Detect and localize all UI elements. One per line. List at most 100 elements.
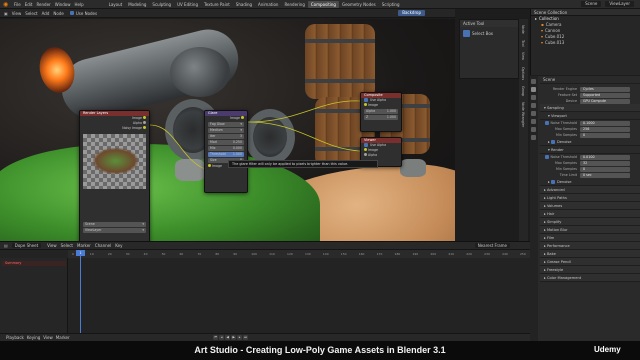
outliner-item[interactable]: ▾ Cube.013 xyxy=(531,40,640,46)
frame-tick-label: 40 xyxy=(143,252,148,256)
menu-select[interactable]: Select xyxy=(25,11,37,16)
collection-tab-icon[interactable] xyxy=(531,127,536,132)
tab-uv-editing[interactable]: UV Editing xyxy=(174,1,201,8)
tab-layout[interactable]: Layout xyxy=(106,1,126,8)
use-nodes-checkbox[interactable] xyxy=(69,11,74,15)
film-section[interactable]: ▸ Film xyxy=(540,234,640,242)
scene-field[interactable]: Scene ▾ xyxy=(83,222,146,227)
frame-ruler[interactable]: 0 10 20 30 40 50 60 70 80 90 100 110 120 130 140 150 160… xyxy=(68,250,530,258)
composite-z-field[interactable]: Z 1.000 xyxy=(364,115,398,120)
playback-menu[interactable]: Playback xyxy=(6,335,24,340)
composite-node[interactable]: Composite Use Alpha Image Alpha 1.000 Z 1.… xyxy=(360,92,402,132)
menu-marker[interactable]: Marker xyxy=(77,243,91,248)
output-tab-icon[interactable] xyxy=(531,95,536,100)
tab-geometry-nodes[interactable]: Geometry Nodes xyxy=(339,1,379,8)
render-subsection[interactable]: ▾ Render xyxy=(540,146,640,154)
viewport-subsection[interactable]: ▾ Viewport xyxy=(540,112,640,120)
sidebar-tab-options[interactable]: Options xyxy=(521,67,525,80)
simplify-section[interactable]: ▸ Simplify xyxy=(540,218,640,226)
menu-node[interactable]: Node xyxy=(53,11,63,16)
marker-menu[interactable]: Marker xyxy=(56,335,70,340)
scene-selector[interactable]: Scene xyxy=(581,1,602,7)
tab-rendering[interactable]: Rendering xyxy=(281,1,307,8)
sidebar-tab-view[interactable]: View xyxy=(521,52,525,60)
menu-key[interactable]: Key xyxy=(115,243,122,248)
motion-blur-section[interactable]: ▸ Motion Blur xyxy=(540,226,640,234)
menu-help[interactable]: Help xyxy=(74,2,83,7)
frame-tick-label: 190 xyxy=(412,252,419,256)
sidebar-tab-tool[interactable]: Tool xyxy=(521,40,525,47)
glare-iterations-field[interactable]: Iter 3 xyxy=(208,134,244,139)
jump-start-icon[interactable]: ⏮ xyxy=(213,335,219,340)
tool-tab-icon[interactable] xyxy=(531,79,536,84)
sidebar-tab-node[interactable]: Node xyxy=(521,25,525,34)
tab-texture-paint[interactable]: Texture Paint xyxy=(201,1,233,8)
world-tab-icon[interactable] xyxy=(531,119,536,124)
snap-mode-select[interactable]: Nearest Frame xyxy=(474,243,510,248)
editor-type-icon[interactable]: ▤ xyxy=(4,243,8,248)
editor-type-icon[interactable]: ▣ xyxy=(4,11,8,16)
view-layer-selector[interactable]: ViewLayer xyxy=(605,1,634,7)
grease-pencil-section[interactable]: ▸ Grease Pencil xyxy=(540,258,640,266)
performance-section[interactable]: ▸ Performance xyxy=(540,242,640,250)
select-box-icon[interactable] xyxy=(463,30,470,37)
menu-file[interactable]: File xyxy=(14,2,21,7)
glare-type-field[interactable]: Fog Glow ▾ xyxy=(208,122,244,127)
menu-window[interactable]: Window xyxy=(55,2,71,7)
tab-scripting[interactable]: Scripting xyxy=(379,1,403,8)
tab-sculpting[interactable]: Sculpting xyxy=(149,1,174,8)
backdrop-button[interactable]: Backdrop xyxy=(398,10,425,16)
active-tool-item[interactable]: Select Box xyxy=(472,31,493,36)
tab-modeling[interactable]: Modeling xyxy=(125,1,149,8)
color-management-section[interactable]: ▸ Color Management xyxy=(540,274,640,282)
dope-sheet-mode[interactable]: Dope Sheet xyxy=(11,243,42,248)
sidebar-tab-group[interactable]: Group xyxy=(521,86,525,96)
menu-render[interactable]: Render xyxy=(36,2,50,7)
sampling-section[interactable]: ▾ Sampling xyxy=(540,104,640,112)
render-tab-icon[interactable] xyxy=(531,87,536,92)
play-reverse-icon[interactable]: ◀ xyxy=(225,335,231,340)
jump-end-icon[interactable]: ⏭ xyxy=(243,335,249,340)
glare-node[interactable]: Glare Image Fog Glow ▾ Medium ▾ Iter 3 Mod 0… xyxy=(204,110,248,193)
glare-mix-field[interactable]: Mix 0.000 xyxy=(208,146,244,151)
tab-animation[interactable]: Animation xyxy=(255,1,281,8)
summary-channel[interactable]: Summary xyxy=(2,261,66,266)
menu-channel[interactable]: Channel xyxy=(95,243,111,248)
menu-edit[interactable]: Edit xyxy=(25,2,33,7)
tab-compositing[interactable]: Compositing xyxy=(307,0,339,8)
viewport-backdrop[interactable]: Render Layers Image Alpha Noisy Image Sc… xyxy=(0,19,455,241)
sidebar-tab-node-wrangler[interactable]: Node Wrangler xyxy=(521,102,525,127)
blender-logo-icon[interactable]: ◉ xyxy=(3,1,11,8)
glare-quality-field[interactable]: Medium ▾ xyxy=(208,128,244,133)
scene-tab-icon[interactable] xyxy=(531,111,536,116)
bake-section[interactable]: ▸ Bake xyxy=(540,250,640,258)
menu-add[interactable]: Add xyxy=(42,11,50,16)
view-menu[interactable]: View xyxy=(43,335,53,340)
current-frame-indicator[interactable]: 1 xyxy=(76,250,85,256)
hair-section[interactable]: ▸ Hair xyxy=(540,210,640,218)
viewport-denoise-subsection[interactable]: ▸ Denoise xyxy=(540,138,640,146)
next-key-icon[interactable]: ▸ xyxy=(237,335,243,340)
frame-tick-label: 150 xyxy=(340,252,347,256)
composite-alpha-field[interactable]: Alpha 1.000 xyxy=(364,109,398,114)
menu-view[interactable]: View xyxy=(12,11,22,16)
tab-shading[interactable]: Shading xyxy=(233,1,255,8)
layer-field[interactable]: ViewLayer ▾ xyxy=(83,228,146,233)
frame-tick-label: 10 xyxy=(89,252,94,256)
keying-menu[interactable]: Keying xyxy=(27,335,40,340)
render-layers-node[interactable]: Render Layers Image Alpha Noisy Image Sc… xyxy=(79,110,150,241)
light-paths-section[interactable]: ▸ Light Paths xyxy=(540,194,640,202)
menu-view[interactable]: View xyxy=(47,243,57,248)
texture-tab-icon[interactable] xyxy=(531,135,536,140)
view-layer-tab-icon[interactable] xyxy=(531,103,536,108)
volumes-section[interactable]: ▸ Volumes xyxy=(540,202,640,210)
play-icon[interactable]: ▶ xyxy=(231,335,237,340)
glare-threshold-field[interactable]: Threshold 1.000 xyxy=(208,152,244,157)
playhead[interactable] xyxy=(80,250,81,333)
menu-select[interactable]: Select xyxy=(61,243,73,248)
render-denoise-subsection[interactable]: ▸ Denoise xyxy=(540,178,640,186)
prev-key-icon[interactable]: ◂ xyxy=(219,335,225,340)
freestyle-section[interactable]: ▸ Freestyle xyxy=(540,266,640,274)
advanced-section[interactable]: ▸ Advanced xyxy=(540,186,640,194)
glare-color-mod-field[interactable]: Mod 0.250 xyxy=(208,140,244,145)
